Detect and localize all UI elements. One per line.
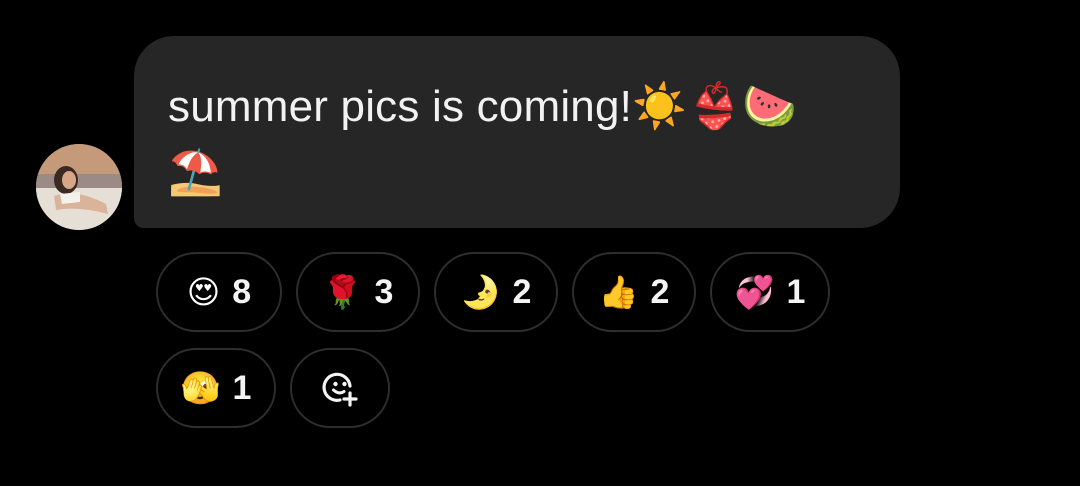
revolving-hearts-emoji-icon: 💞 xyxy=(734,273,775,311)
reaction-count: 1 xyxy=(232,368,252,407)
heart-eyes-emoji-icon: 😍 xyxy=(186,273,221,311)
reaction-count: 1 xyxy=(786,272,806,311)
reaction-heart-eyes[interactable]: 😍 8 xyxy=(156,252,282,332)
reaction-count: 8 xyxy=(232,272,252,311)
thumbs-up-emoji-icon: 👍 xyxy=(598,273,639,311)
message-text: summer pics is coming!☀️👙🍉 ⛱️ xyxy=(168,82,798,197)
add-emoji-reaction-icon xyxy=(322,372,358,407)
rose-emoji-icon: 🌹 xyxy=(322,273,363,311)
peeking-face-emoji-icon: 🫣 xyxy=(180,369,221,407)
moon-emoji-icon: 🌛 xyxy=(460,273,501,311)
reaction-thumbs-up[interactable]: 👍 2 xyxy=(572,252,696,332)
reaction-count: 2 xyxy=(650,272,670,311)
reaction-count: 2 xyxy=(512,272,532,311)
avatar[interactable] xyxy=(36,144,122,230)
add-reaction-button[interactable] xyxy=(290,348,390,428)
reaction-rose[interactable]: 🌹 3 xyxy=(296,252,420,332)
reaction-count: 3 xyxy=(374,272,394,311)
reaction-revolving-hearts[interactable]: 💞 1 xyxy=(710,252,830,332)
reaction-moon[interactable]: 🌛 2 xyxy=(434,252,558,332)
avatar-photo xyxy=(36,144,122,230)
reaction-peeking-face[interactable]: 🫣 1 xyxy=(156,348,276,428)
